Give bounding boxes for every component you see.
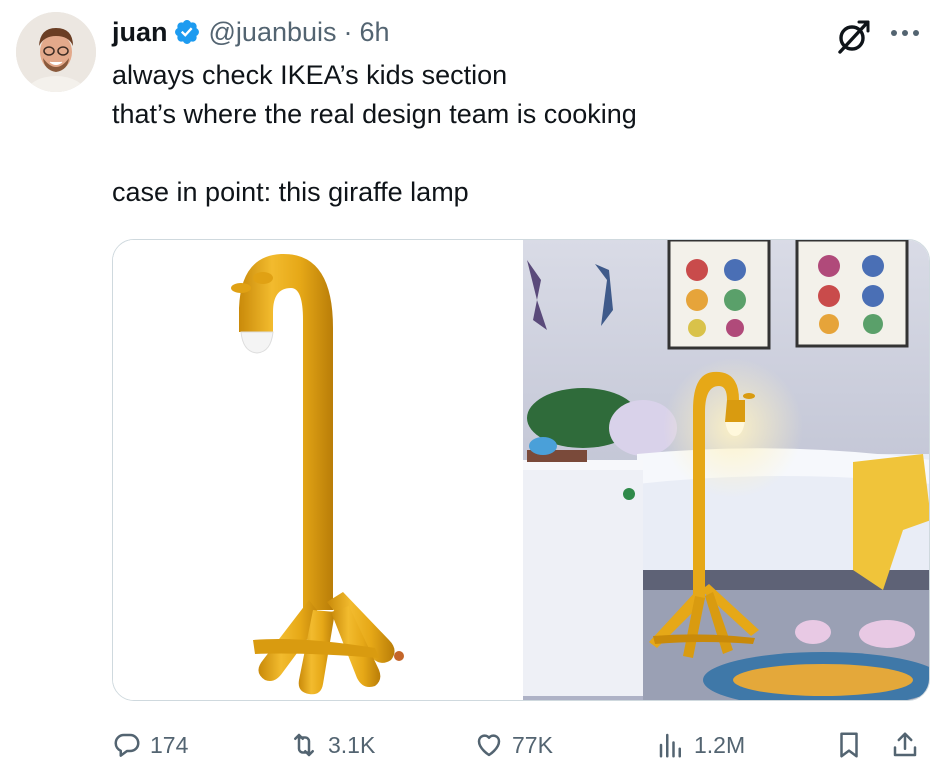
tweet-header: juan @juanbuis · 6h bbox=[112, 14, 390, 50]
repost-count: 3.1K bbox=[328, 731, 376, 758]
tweet-line: always check IKEA’s kids section bbox=[112, 60, 508, 90]
reply-icon bbox=[114, 733, 140, 757]
repost-button[interactable]: 3.1K bbox=[288, 722, 375, 768]
tweet-line: that’s where the real design team is coo… bbox=[112, 99, 637, 129]
media-grid bbox=[112, 239, 930, 701]
views-button[interactable]: 1.2M bbox=[656, 722, 745, 768]
action-bar: 174 3.1K 77K 1.2M bbox=[112, 722, 934, 768]
repost-icon bbox=[294, 733, 314, 757]
giraffe-lamp-bedroom-image[interactable] bbox=[523, 240, 929, 700]
reply-button[interactable]: 174 bbox=[112, 722, 188, 768]
bookmark-icon bbox=[840, 732, 858, 758]
giraffe-lamp-product-image[interactable] bbox=[113, 240, 523, 700]
verified-badge-icon[interactable] bbox=[173, 18, 201, 46]
tweet-line: case in point: this giraffe lamp bbox=[112, 177, 469, 207]
share-button[interactable] bbox=[890, 722, 928, 768]
views-icon bbox=[659, 733, 681, 758]
share-icon bbox=[893, 732, 917, 757]
more-icon[interactable] bbox=[884, 20, 926, 46]
author-handle[interactable]: @juanbuis bbox=[209, 17, 337, 48]
avatar[interactable] bbox=[16, 12, 96, 92]
views-count: 1.2M bbox=[694, 731, 746, 758]
timestamp[interactable]: 6h bbox=[360, 17, 390, 48]
separator-dot: · bbox=[343, 16, 353, 47]
like-count: 77K bbox=[512, 731, 553, 758]
like-button[interactable]: 77K bbox=[474, 722, 553, 768]
author-name[interactable]: juan bbox=[112, 17, 168, 48]
bookmark-button[interactable] bbox=[834, 722, 872, 768]
grok-icon[interactable] bbox=[832, 16, 872, 56]
reply-count: 174 bbox=[150, 731, 189, 758]
tweet-text: always check IKEA’s kids section that’s … bbox=[112, 56, 912, 212]
like-icon bbox=[477, 734, 501, 757]
